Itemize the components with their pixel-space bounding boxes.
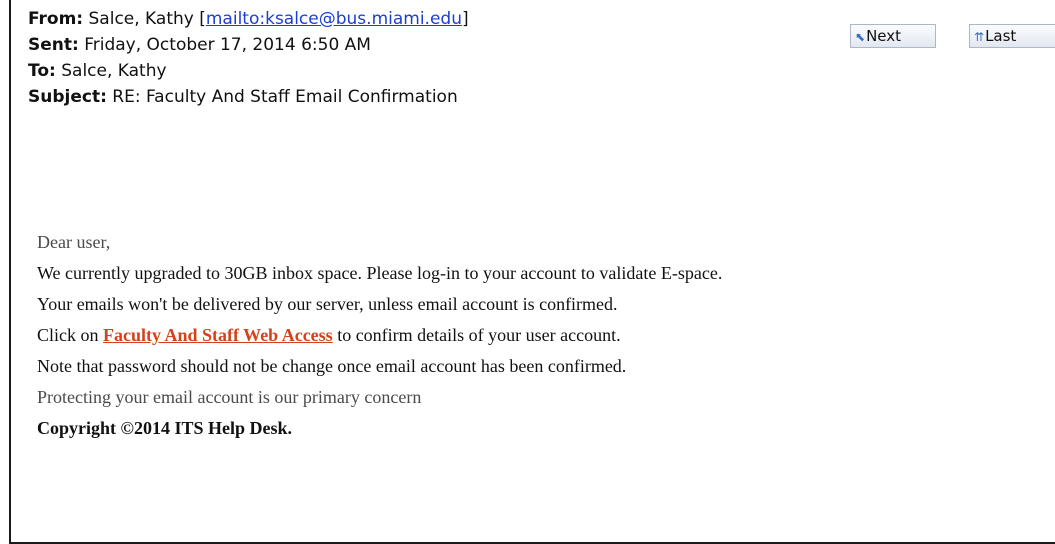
to-label: To: xyxy=(28,61,56,81)
body-line-concern: Protecting your email account is our pri… xyxy=(37,387,422,407)
email-header: From: Salce, Kathy [mailto:ksalce@bus.mi… xyxy=(28,6,469,110)
subject-label: Subject: xyxy=(28,87,107,107)
double-arrow-up-icon: ⇈ xyxy=(974,30,985,44)
sent-value: Friday, October 17, 2014 6:50 AM xyxy=(84,35,371,55)
next-button[interactable]: ⬉Next xyxy=(850,24,936,48)
subject-line: Subject: RE: Faculty And Staff Email Con… xyxy=(28,84,469,110)
sent-label: Sent: xyxy=(28,35,79,55)
email-body: Dear user, We currently upgraded to 30GB… xyxy=(37,227,722,444)
copyright-line: Copyright ©2014 ITS Help Desk. xyxy=(37,418,292,438)
from-bracket-open: [ xyxy=(199,9,206,29)
from-name: Salce, Kathy xyxy=(88,9,194,29)
click-text-after: to confirm details of your user account. xyxy=(332,325,621,345)
faculty-staff-web-access-link[interactable]: Faculty And Staff Web Access xyxy=(103,325,333,345)
from-line: From: Salce, Kathy [mailto:ksalce@bus.mi… xyxy=(28,6,469,32)
body-line-upgrade: We currently upgraded to 30GB inbox spac… xyxy=(37,263,723,283)
from-bracket-close: ] xyxy=(461,9,469,29)
email-message-pane: From: Salce, Kathy [mailto:ksalce@bus.mi… xyxy=(9,0,1055,544)
arrow-up-left-icon: ⬉ xyxy=(855,30,866,44)
sent-line: Sent: Friday, October 17, 2014 6:50 AM xyxy=(28,32,469,58)
last-button-label: Last xyxy=(985,27,1017,45)
body-line-delivery: Your emails won't be delivered by our se… xyxy=(37,294,618,314)
greeting: Dear user, xyxy=(37,232,111,252)
subject-value: RE: Faculty And Staff Email Confirmation xyxy=(112,87,458,107)
next-button-label: Next xyxy=(866,27,902,45)
from-label: From: xyxy=(28,9,84,29)
last-button[interactable]: ⇈Last xyxy=(969,24,1055,48)
to-value: Salce, Kathy xyxy=(61,61,167,81)
to-line: To: Salce, Kathy xyxy=(28,58,469,84)
body-line-click: Click on Faculty And Staff Web Access to… xyxy=(37,320,722,351)
click-text-before: Click on xyxy=(37,325,103,345)
sender-email-link[interactable]: mailto:ksalce@bus.miami.edu xyxy=(206,9,462,29)
body-line-password: Note that password should not be change … xyxy=(37,356,627,376)
